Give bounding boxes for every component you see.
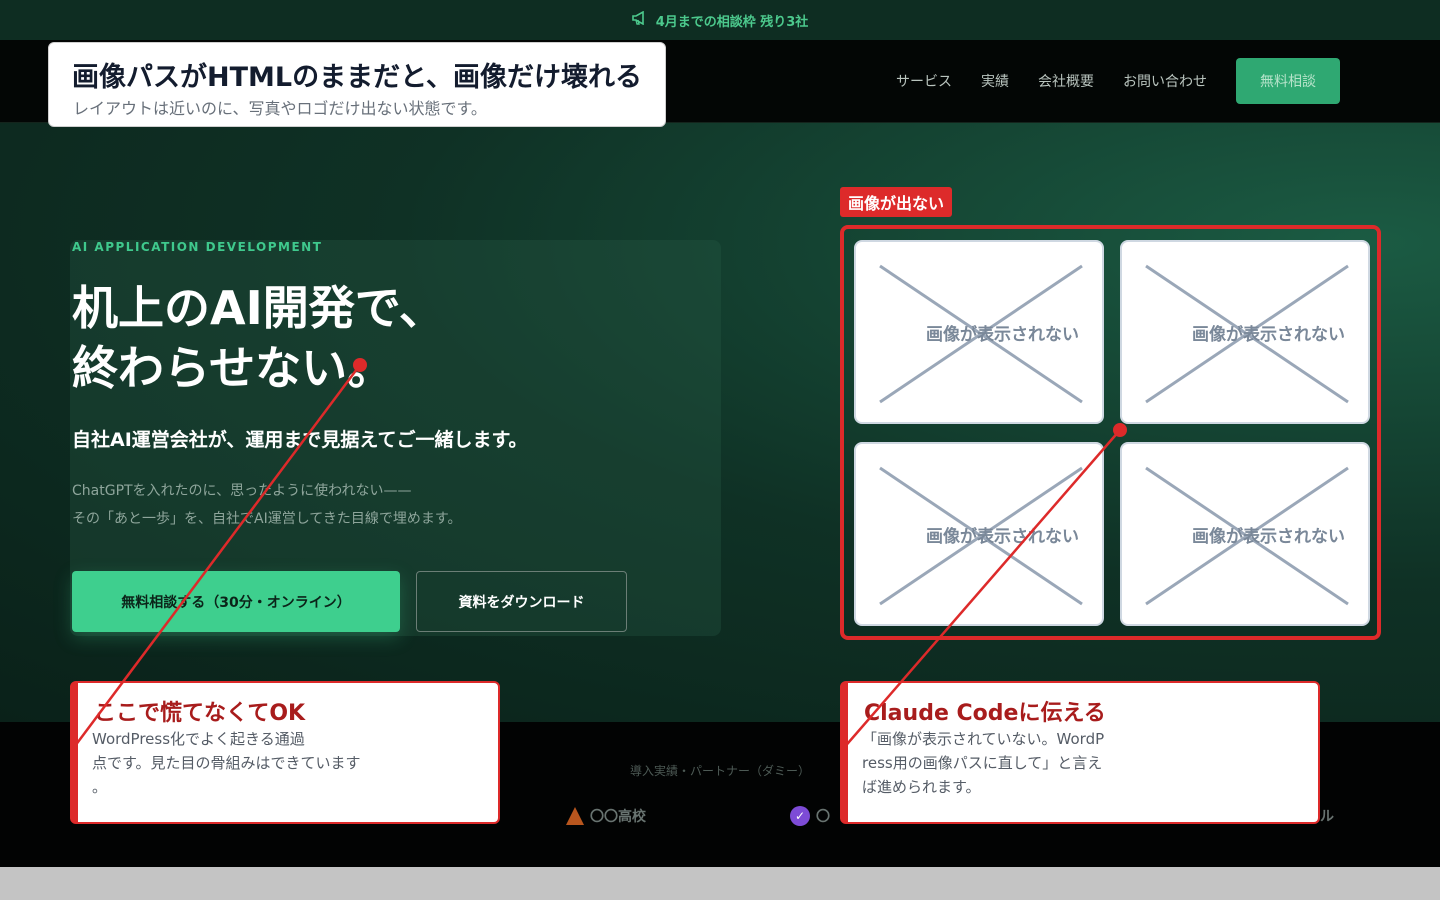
annotation-callout-top: 画像パスがHTMLのままだと、画像だけ壊れる レイアウトは近いのに、写真やロゴだ…	[48, 42, 666, 127]
broken-image-text: 画像が表示されない	[926, 527, 1079, 547]
partner-label: 〇	[816, 809, 830, 825]
note-body-line: 。	[92, 778, 108, 796]
note-body-line: WordPress化でよく起きる通過	[92, 730, 305, 748]
partner-item: ル	[1320, 806, 1334, 826]
note-body-line: ress用の画像パスに直して」と言え	[862, 754, 1103, 772]
partner-label: 〇〇高校	[590, 809, 646, 825]
note-body: 「画像が表示されていない。WordP ress用の画像パスに直して」と言え ば進…	[862, 727, 1104, 799]
broken-image-text: 画像が表示されない	[1192, 527, 1345, 547]
consult-button[interactable]: 無料相談する（30分・オンライン）	[72, 571, 400, 632]
hero-title-line1: 机上のAI開発で、	[72, 281, 445, 335]
note-body: WordPress化でよく起きる通過 点です。見た目の骨組みはできています 。	[92, 727, 361, 799]
nav-item-contact[interactable]: お問い合わせ	[1123, 71, 1207, 91]
hero-eyebrow: AI APPLICATION DEVELOPMENT	[72, 240, 323, 254]
page-bottom	[0, 867, 1440, 900]
announcement-text: 4月までの相談枠 残り3社	[655, 14, 809, 30]
hero-desc-line1: ChatGPTを入れたのに、思ったように使われない——	[72, 483, 412, 499]
partner-item: ✓ 〇	[790, 806, 830, 826]
broken-image-text: 画像が表示されない	[926, 325, 1079, 345]
broken-image: 画像が表示されない	[1120, 240, 1370, 424]
main-nav: サービス 実績 会社概要 お問い合わせ 無料相談	[896, 58, 1340, 104]
hero-desc-line2: その「あと一歩」を、自社でAI運営してきた目線で埋めます。	[72, 511, 462, 527]
note-title: Claude Codeに伝える	[864, 701, 1106, 726]
hero-lead: 自社AI運営会社が、運用まで見据えてご一緒します。	[72, 429, 528, 451]
broken-image-text: 画像が表示されない	[1192, 325, 1345, 345]
hero-title-line2: 終わらせない。	[72, 341, 394, 395]
check-icon: ✓	[790, 806, 810, 826]
note-body-line: 点です。見た目の骨組みはできています	[92, 754, 361, 772]
annotation-note-right: Claude Codeに伝える 「画像が表示されていない。WordP ress用…	[840, 681, 1320, 824]
note-body-line: 「画像が表示されていない。WordP	[862, 730, 1105, 748]
annotation-note-left: ここで慌てなくてOK WordPress化でよく起きる通過 点です。見た目の骨組…	[70, 681, 500, 824]
cone-icon	[566, 807, 584, 825]
broken-image: 画像が表示されない	[854, 240, 1104, 424]
hero-title: 机上のAI開発で、 終わらせない。	[72, 278, 672, 398]
nav-item-services[interactable]: サービス	[896, 71, 952, 91]
annotation-subtitle: レイアウトは近いのに、写真やロゴだけ出ない状態です。	[73, 99, 487, 118]
partner-item: 〇〇高校	[566, 806, 646, 826]
broken-image: 画像が表示されない	[854, 442, 1104, 626]
megaphone-icon	[631, 10, 648, 29]
note-body-line: ば進められます。	[862, 778, 981, 796]
broken-image-label: 画像が出ない	[840, 187, 953, 217]
announcement-bar: 4月までの相談枠 残り3社	[0, 0, 1440, 40]
nav-item-company[interactable]: 会社概要	[1038, 71, 1094, 91]
free-consult-button[interactable]: 無料相談	[1236, 58, 1340, 104]
hero-description: ChatGPTを入れたのに、思ったように使われない—— その「あと一歩」を、自社…	[72, 477, 461, 533]
download-button[interactable]: 資料をダウンロード	[416, 571, 627, 632]
annotation-title: 画像パスがHTMLのままだと、画像だけ壊れる	[72, 62, 643, 93]
partner-label: ル	[1320, 809, 1334, 825]
broken-image: 画像が表示されない	[1120, 442, 1370, 626]
nav-item-works[interactable]: 実績	[981, 71, 1009, 91]
note-title: ここで慌てなくてOK	[94, 701, 306, 726]
